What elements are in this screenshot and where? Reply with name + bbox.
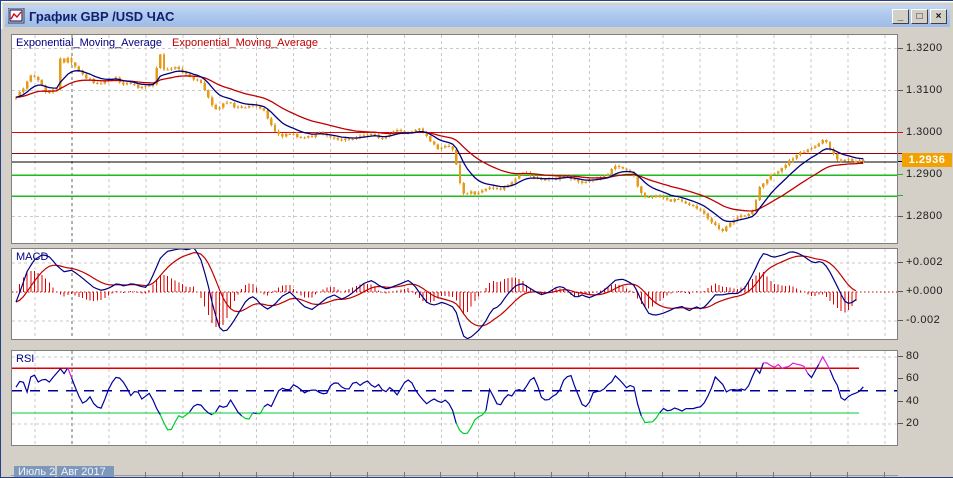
level-tick (898, 195, 903, 197)
level-tick (898, 131, 903, 133)
axis-tick (898, 89, 903, 91)
date-tick (440, 472, 442, 477)
date-tick (292, 472, 294, 477)
price-axis-label: 1.3100 (906, 83, 943, 96)
axis-tick (898, 423, 903, 425)
date-tick (736, 472, 738, 477)
date-tick (773, 472, 774, 477)
date-tick (477, 472, 479, 477)
macd-chart-canvas[interactable] (12, 249, 897, 339)
date-tick (551, 472, 553, 477)
date-tick (403, 472, 405, 477)
date-tick (809, 472, 811, 477)
axis-tick (898, 400, 903, 402)
current-price-tag: 1.2936 (902, 153, 952, 167)
axis-tick (898, 291, 903, 292)
window-controls: _ □ × (892, 8, 947, 24)
window-title: График GBP /USD ЧАС (29, 8, 175, 24)
date-tick (255, 472, 257, 477)
price-chart-canvas[interactable] (12, 35, 897, 243)
axis-tick (898, 320, 903, 321)
date-tick (846, 472, 848, 477)
minimize-button[interactable]: _ (892, 8, 909, 24)
price-axis-label: 1.3000 (906, 125, 943, 138)
axis-tick (898, 356, 903, 357)
macd-panel[interactable]: MACD (11, 248, 898, 340)
date-tick (699, 472, 701, 477)
month-label: Авг 2017 (57, 466, 114, 477)
chart-app-icon (7, 7, 25, 24)
ema-slow-legend: Exponential_Moving_Average (172, 37, 318, 49)
date-tick (883, 472, 885, 477)
axis-tick (898, 378, 903, 380)
close-button[interactable]: × (930, 8, 947, 24)
date-tick (625, 472, 627, 477)
axis-tick (898, 215, 903, 217)
month-label: Июль 2 (14, 466, 55, 477)
price-axis-label: 1.2900 (906, 167, 943, 180)
title-bar[interactable]: График GBP /USD ЧАС _ □ × (5, 5, 950, 27)
price-axis-label: 1.2800 (906, 209, 943, 222)
price-panel[interactable]: Exponential_Moving_Average Exponential_M… (11, 34, 898, 244)
macd-axis-label: -0.002 (906, 314, 941, 326)
rsi-label: RSI (16, 353, 35, 365)
rsi-axis-label: 40 (906, 394, 920, 407)
date-tick (588, 472, 590, 477)
macd-label: MACD (16, 251, 49, 263)
date-tick (662, 472, 664, 477)
app-window: График GBP /USD ЧАС _ □ × Exponential_Mo… (0, 0, 953, 478)
chart-area: Exponential_Moving_Average Exponential_M… (1, 29, 953, 477)
macd-axis-label: +0.000 (906, 285, 943, 297)
rsi-axis-label: 60 (906, 372, 920, 385)
rsi-axis-label: 20 (906, 417, 920, 430)
rsi-panel[interactable]: RSI (11, 350, 898, 446)
date-tick (144, 472, 146, 477)
date-tick (218, 472, 220, 477)
rsi-chart-canvas[interactable] (12, 351, 897, 445)
axis-tick (898, 47, 903, 49)
rsi-axis-label: 80 (906, 350, 920, 362)
price-axis-label: 1.3200 (906, 41, 943, 54)
date-tick (181, 472, 183, 477)
level-tick (898, 174, 903, 176)
date-tick (329, 472, 331, 477)
axis-tick (898, 262, 903, 263)
maximize-button[interactable]: □ (911, 8, 928, 24)
date-tick (514, 472, 516, 477)
macd-axis-label: +0.002 (906, 256, 943, 268)
ema-fast-legend: Exponential_Moving_Average (16, 37, 162, 49)
date-tick (366, 472, 368, 477)
